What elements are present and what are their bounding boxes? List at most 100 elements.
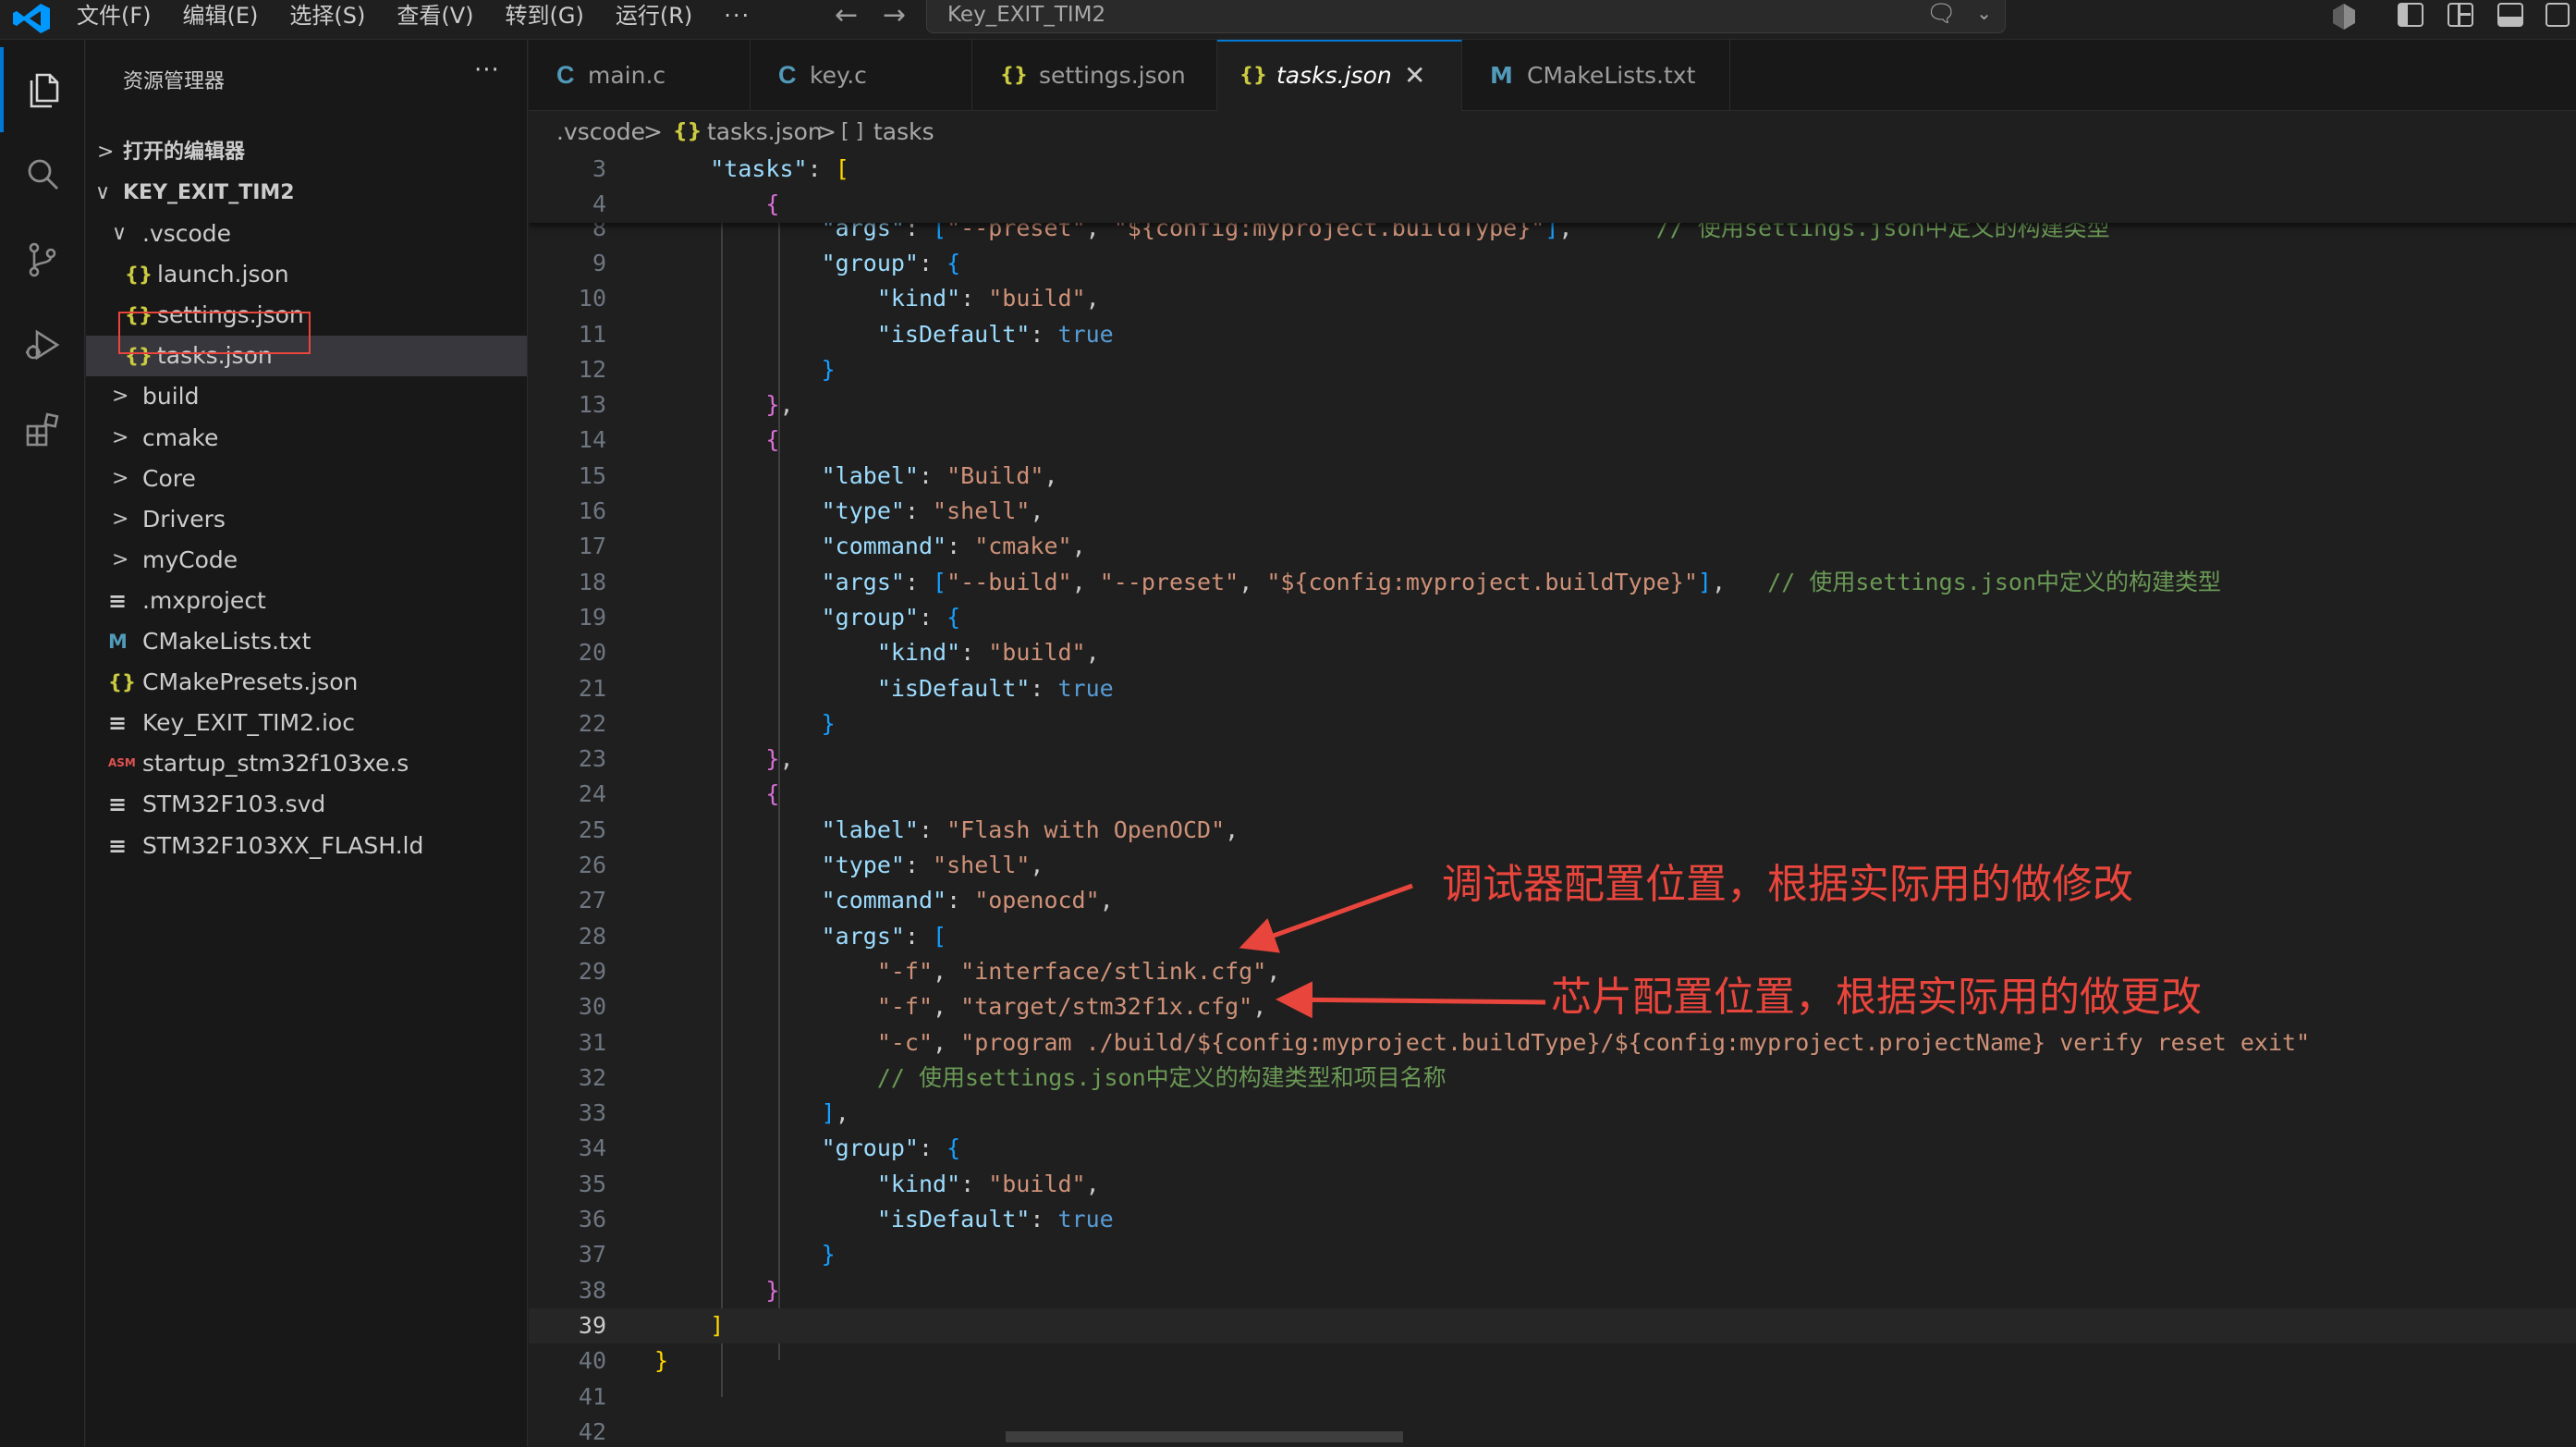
menu-item[interactable]: ··· xyxy=(724,0,751,33)
line-number: 15 xyxy=(578,461,606,489)
open-editors-section[interactable]: > 打开的编辑器 xyxy=(86,132,527,173)
code-token: , xyxy=(1085,1170,1100,1197)
tree-item[interactable]: > build xyxy=(86,376,527,417)
code-token: , xyxy=(1085,285,1100,313)
tree-item[interactable]: > Drivers xyxy=(86,499,527,540)
code-token: "shell" xyxy=(933,852,1031,879)
open-editors-label: 打开的编辑器 xyxy=(123,141,246,164)
run-debug-activity[interactable] xyxy=(0,302,85,387)
code-token: { xyxy=(765,780,780,808)
menu-item[interactable]: 编辑(E) xyxy=(183,0,259,33)
explorer-activity[interactable] xyxy=(0,47,85,132)
code-token: : xyxy=(904,497,934,525)
line-number: 25 xyxy=(578,815,606,843)
tree-item[interactable]: ∨ .vscode xyxy=(86,214,527,254)
sidebar-more-icon[interactable]: ··· xyxy=(474,56,500,84)
tree-item[interactable]: M CMakeLists.txt xyxy=(86,621,527,662)
code-token: , xyxy=(1099,887,1114,914)
menu-item[interactable]: 选择(S) xyxy=(289,0,365,33)
close-icon[interactable]: ✕ xyxy=(1404,42,1425,109)
code-line: 22 } xyxy=(529,706,2576,742)
code-token: , xyxy=(1071,533,1086,560)
code-token: , xyxy=(933,1028,961,1056)
source-control-activity[interactable] xyxy=(0,217,85,302)
cmake-file-icon: M xyxy=(1490,62,1513,89)
breadcrumb-file[interactable]: tasks.json xyxy=(707,113,823,152)
code-token: "group" xyxy=(821,249,919,276)
horizontal-scrollbar[interactable] xyxy=(1006,1431,1403,1442)
tree-item-label: cmake xyxy=(142,423,219,451)
sticky-scroll[interactable]: 3 "tasks": [4 { xyxy=(529,152,2576,223)
tree-item[interactable]: ASM startup_stm32f103xe.s xyxy=(86,743,527,784)
tree-item[interactable]: > Core xyxy=(86,459,527,499)
search-activity[interactable] xyxy=(0,132,85,217)
code-line: 40} xyxy=(529,1343,2576,1379)
run-debug-icon xyxy=(26,329,60,361)
code-line: 36 "isDefault": true xyxy=(529,1202,2576,1237)
tree-item-label: launch.json xyxy=(157,261,289,288)
menu-item[interactable]: 转到(G) xyxy=(506,0,584,33)
command-center[interactable]: Key_EXIT_TIM2 🗨 ⌄ xyxy=(926,0,2006,33)
line-number: 42 xyxy=(578,1417,606,1445)
tree-item-label: STM32F103XX_FLASH.ld xyxy=(142,831,424,859)
tree-item[interactable]: ≡ Key_EXIT_TIM2.ioc xyxy=(86,703,527,743)
line-number: 24 xyxy=(578,780,606,808)
code-line: 15 "label": "Build", xyxy=(529,459,2576,494)
code-token: : xyxy=(904,922,934,950)
accounts-icon[interactable] xyxy=(2329,2,2359,31)
tab-tasks-json[interactable]: {} tasks.json ✕ xyxy=(1217,40,1462,111)
code-token: "shell" xyxy=(933,497,1031,525)
extensions-activity[interactable] xyxy=(0,387,85,472)
tree-item[interactable]: > myCode xyxy=(86,540,527,581)
menu-item[interactable]: 查看(V) xyxy=(397,0,473,33)
code-token: "isDefault" xyxy=(876,1206,1031,1233)
tree-item[interactable]: {} CMakePresets.json xyxy=(86,662,527,703)
code-token: "--preset" xyxy=(1099,568,1239,595)
code-token: "openocd" xyxy=(974,887,1100,914)
code-text: "label": "Build", xyxy=(654,459,1058,494)
title-bar: 文件(F) 编辑(E) 选择(S) 查看(V) 转到(G) 运行(R) ··· ← → Ke… xyxy=(0,0,2576,40)
tree-item[interactable]: > cmake xyxy=(86,418,527,459)
code-text: "kind": "build", xyxy=(654,281,1100,316)
copilot-chat-icon[interactable]: 🗨 xyxy=(1926,0,1957,28)
code-token: "Build" xyxy=(946,461,1044,489)
menu-item[interactable]: 文件(F) xyxy=(77,0,152,33)
code-editor[interactable]: 3 "tasks": [4 { 8 "args": ["--preset", "… xyxy=(529,152,2576,1447)
code-token: "tasks" xyxy=(710,155,808,182)
tree-item[interactable]: ≡ STM32F103.svd xyxy=(86,784,527,825)
code-token: } xyxy=(765,745,780,773)
tab-cmakelists-txt[interactable]: M CMakeLists.txt xyxy=(1462,40,1730,111)
code-token: true xyxy=(1057,320,1114,348)
tree-item[interactable]: {} launch.json xyxy=(86,254,527,295)
tree-item[interactable]: ≡ .mxproject xyxy=(86,581,527,621)
toggle-secondary-sidebar-icon[interactable] xyxy=(2545,3,2570,27)
tab-settings-json[interactable]: {} settings.json xyxy=(972,40,1217,111)
tab-main-c[interactable]: Cmain.c xyxy=(529,40,751,111)
toggle-panel-icon[interactable] xyxy=(2497,3,2523,27)
code-token: "kind" xyxy=(876,285,961,313)
chevron-down-icon[interactable]: ⌄ xyxy=(1976,2,1992,24)
tree-item-label: .vscode xyxy=(142,220,232,247)
code-token: "isDefault" xyxy=(876,320,1031,348)
toggle-primary-sidebar-icon[interactable] xyxy=(2398,3,2423,27)
forward-arrow-icon[interactable]: → xyxy=(883,2,906,30)
c-file-icon: C xyxy=(556,61,575,89)
tab-key-c[interactable]: Ckey.c xyxy=(751,40,972,111)
project-section[interactable]: ∨ KEY_EXIT_TIM2 xyxy=(86,173,527,214)
code-text: ], xyxy=(654,1096,849,1131)
code-token: "cmake" xyxy=(974,533,1072,560)
menu-item[interactable]: 运行(R) xyxy=(616,0,692,33)
extensions-icon xyxy=(26,412,59,447)
breadcrumb-folder[interactable]: .vscode xyxy=(556,113,645,152)
breadcrumb-symbol[interactable]: tasks xyxy=(873,113,934,152)
tree-item[interactable]: ≡ STM32F103XX_FLASH.ld xyxy=(86,826,527,866)
code-token: // 使用settings.json中定义的构建类型和项目名称 xyxy=(876,1063,1447,1091)
customize-layout-icon[interactable] xyxy=(2448,3,2473,27)
project-label: KEY_EXIT_TIM2 xyxy=(123,181,295,204)
back-arrow-icon[interactable]: ← xyxy=(835,2,858,30)
code-token: : xyxy=(960,285,989,313)
code-token: // 使用settings.json中定义的构建类型 xyxy=(1767,568,2222,595)
